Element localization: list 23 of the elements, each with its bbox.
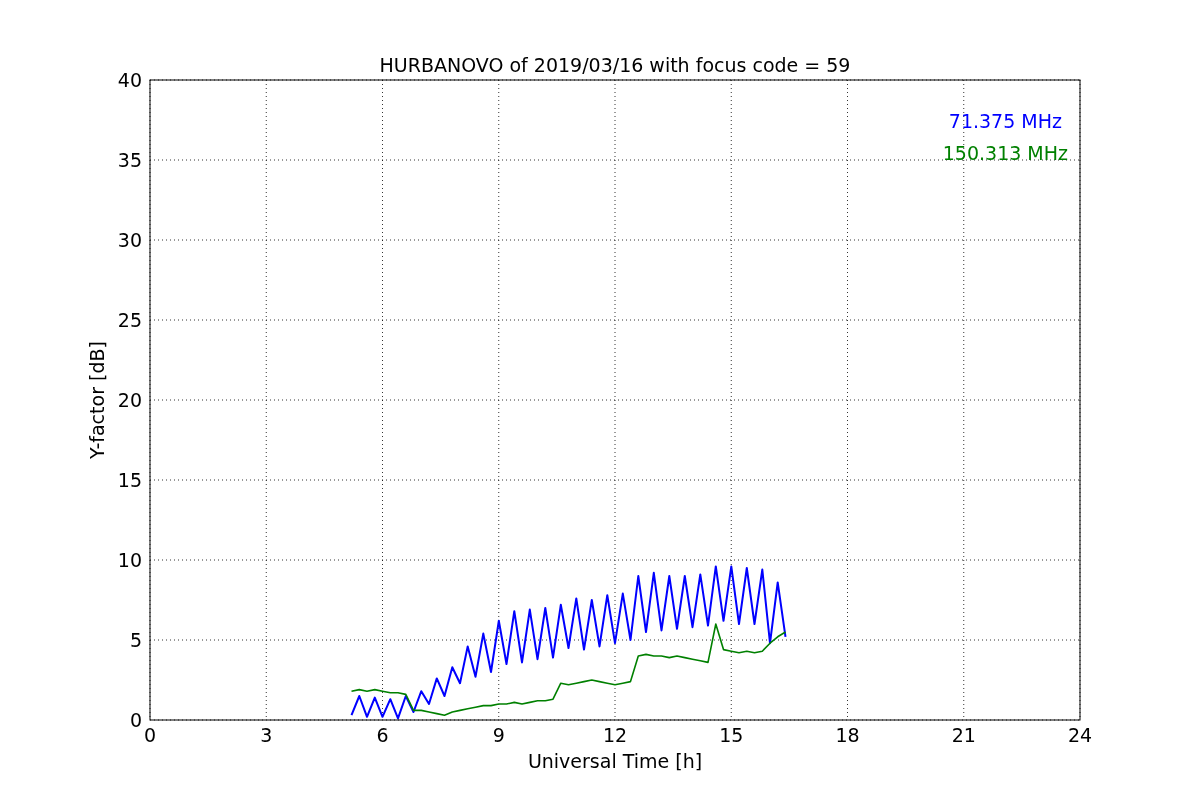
tick-label: 21 bbox=[951, 724, 976, 746]
tick-label: 3 bbox=[260, 724, 273, 746]
tick-label: 0 bbox=[143, 724, 157, 746]
legend-label: 150.313 MHz bbox=[942, 142, 1068, 164]
tick-label: 6 bbox=[376, 724, 389, 746]
tick-label: 40 bbox=[117, 69, 142, 91]
tick-label: 20 bbox=[117, 389, 142, 411]
tick-label: 24 bbox=[1067, 724, 1093, 746]
tick-label: 30 bbox=[117, 229, 142, 251]
tick-label: 18 bbox=[835, 724, 860, 746]
tick-label: 0 bbox=[129, 709, 142, 731]
axis-title: Universal Time [h] bbox=[527, 750, 703, 772]
tick-label: 9 bbox=[492, 724, 505, 746]
tick-label: 12 bbox=[602, 724, 628, 746]
tick-label: 15 bbox=[117, 469, 142, 491]
tick-label: 5 bbox=[129, 629, 142, 651]
tick-label: 15 bbox=[719, 724, 744, 746]
axis-title: Y-factor [dB] bbox=[86, 341, 108, 459]
chart-title: HURBANOVO of 2019/03/16 with focus code = 59 bbox=[379, 54, 851, 76]
tick-label: 10 bbox=[117, 549, 142, 571]
tick-label: 25 bbox=[117, 309, 142, 331]
legend-label: 71.375 MHz bbox=[948, 110, 1062, 132]
tick-label: 35 bbox=[117, 149, 142, 171]
